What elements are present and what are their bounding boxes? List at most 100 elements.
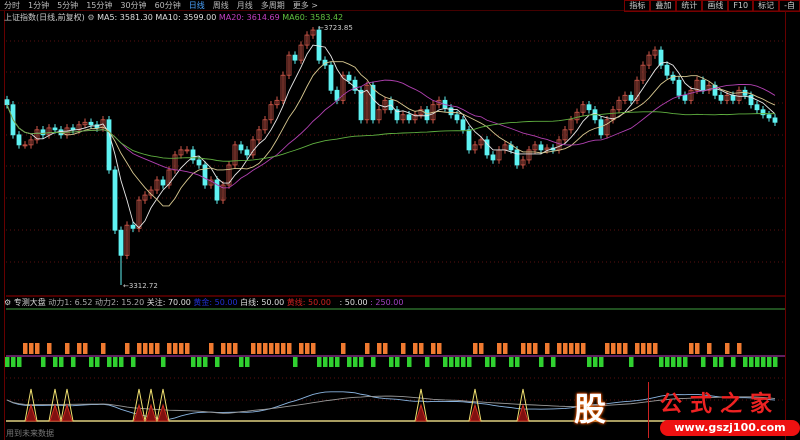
buy-signal-bar: [149, 343, 154, 354]
sell-signal-bar: [317, 357, 322, 367]
sell-signal-bar: [491, 357, 496, 367]
candle-body: [238, 144, 244, 151]
sell-signal-bar: [329, 357, 334, 367]
buy-signal-bar: [275, 343, 280, 354]
candle-body: [130, 224, 136, 229]
buy-signal-bar: [575, 343, 580, 354]
sell-signal-bar: [425, 357, 430, 367]
candle-body: [358, 89, 364, 121]
watermark-logo: 股 公式之家 www.gszj100.com: [560, 380, 800, 440]
buy-signal-bar: [431, 343, 436, 354]
sell-signal-bar: [551, 357, 556, 367]
candle-body: [466, 129, 472, 151]
candle-body: [586, 104, 592, 111]
buy-signal-bar: [605, 343, 610, 354]
buy-signal-bar: [545, 343, 550, 354]
buy-signal-bar: [341, 343, 346, 354]
buy-signal-bar: [365, 343, 370, 354]
sell-signal-bar: [539, 357, 544, 367]
sell-signal-bar: [395, 357, 400, 367]
sell-signal-bar: [353, 357, 358, 367]
buy-signal-bar: [173, 343, 178, 354]
buy-signal-bar: [689, 343, 694, 354]
candle-body: [118, 229, 124, 256]
ma20-line: [6, 79, 776, 189]
buy-signal-bar: [497, 343, 502, 354]
sell-signal-bar: [407, 357, 412, 367]
buy-signal-bar: [185, 343, 190, 354]
buy-signal-bar: [527, 343, 532, 354]
buy-signal-bar: [557, 343, 562, 354]
buy-signal-bar: [503, 343, 508, 354]
candle-body: [754, 104, 760, 111]
candle-body: [718, 94, 724, 101]
sell-signal-bar: [509, 357, 514, 367]
sell-signal-bar: [197, 357, 202, 367]
high-price-label: ←3723.85: [318, 24, 353, 32]
sell-signal-bar: [593, 357, 598, 367]
buy-signal-bar: [479, 343, 484, 354]
buy-signal-bar: [653, 343, 658, 354]
candle-body: [700, 79, 706, 91]
sell-signal-bar: [203, 357, 208, 367]
buy-signal-bar: [617, 343, 622, 354]
sell-signal-bar: [107, 357, 112, 367]
buy-signal-bar: [125, 343, 130, 354]
buy-signal-bar: [647, 343, 652, 354]
sell-signal-bar: [89, 357, 94, 367]
sell-signal-bar: [161, 357, 166, 367]
kline-chart[interactable]: ←3723.85 ←3312.72: [0, 0, 800, 440]
buy-signal-bar: [473, 343, 478, 354]
sell-signal-bar: [59, 357, 64, 367]
buy-signal-bar: [77, 343, 82, 354]
candle-body: [40, 129, 46, 136]
candle-body: [454, 114, 460, 121]
buy-signal-bar: [725, 343, 730, 354]
buy-signal-bar: [227, 343, 232, 354]
sell-signal-bar: [773, 357, 778, 367]
sell-signal-bar: [665, 357, 670, 367]
buy-signal-bar: [143, 343, 148, 354]
sell-signal-bar: [629, 357, 634, 367]
sell-signal-bar: [191, 357, 196, 367]
sell-signal-bar: [293, 357, 298, 367]
buy-signal-bar: [305, 343, 310, 354]
buy-signal-bar: [623, 343, 628, 354]
low-price-label: ←3312.72: [123, 282, 158, 290]
buy-signal-bar: [611, 343, 616, 354]
buy-signal-bar: [221, 343, 226, 354]
buy-signal-bar: [635, 343, 640, 354]
candle-body: [202, 164, 208, 186]
sell-signal-bar: [371, 357, 376, 367]
buy-signal-bar: [101, 343, 106, 354]
sell-signal-bar: [131, 357, 136, 367]
buy-signal-bar: [419, 343, 424, 354]
candle-body: [292, 54, 298, 61]
candle-body: [4, 99, 10, 106]
candle-body: [52, 127, 58, 131]
sell-signal-bar: [347, 357, 352, 367]
sell-signal-bar: [719, 357, 724, 367]
future-data-note: 用到未来数据: [6, 429, 54, 438]
buy-signal-bar: [137, 343, 142, 354]
sell-signal-bar: [587, 357, 592, 367]
sell-signal-bar: [17, 357, 22, 367]
sell-signal-bar: [359, 357, 364, 367]
candle-body: [346, 74, 352, 81]
sell-signal-bar: [515, 357, 520, 367]
sell-signal-bar: [455, 357, 460, 367]
candle-body: [676, 79, 682, 96]
candle-body: [664, 64, 670, 76]
sell-signal-bar: [677, 357, 682, 367]
buy-signal-bar: [383, 343, 388, 354]
buy-signal-bar: [65, 343, 70, 354]
buy-signal-bar: [437, 343, 442, 354]
logo-char: 股: [574, 390, 607, 428]
buy-signal-bar: [83, 343, 88, 354]
buy-signal-bar: [35, 343, 40, 354]
ma5-line: [6, 44, 776, 229]
candle-body: [406, 114, 412, 121]
buy-signal-bar: [695, 343, 700, 354]
buy-signal-bar: [299, 343, 304, 354]
sell-signal-bar: [731, 357, 736, 367]
